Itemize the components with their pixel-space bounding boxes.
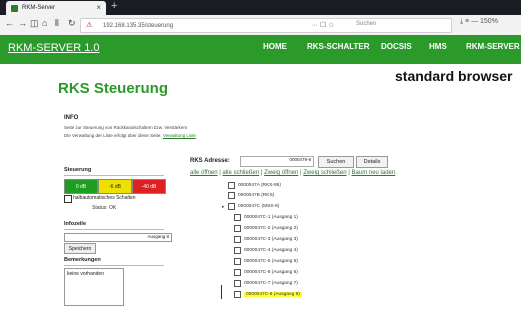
browser-tab[interactable]: RKM-Server × xyxy=(6,1,106,15)
new-tab-icon[interactable]: + xyxy=(111,0,117,12)
nav-rkm-server[interactable]: RKM-SERVER xyxy=(466,42,520,51)
toolbar-right-icons[interactable]: ⤓ ≡ — 150% xyxy=(460,18,498,26)
tree-checkbox[interactable] xyxy=(234,247,241,254)
divider xyxy=(64,265,164,266)
page-title: RKS Steuerung xyxy=(58,80,169,97)
status-text: Status: OK xyxy=(92,205,117,211)
bemerkungen-heading: Bemerkungen xyxy=(64,257,101,263)
reload-tree-link[interactable]: Baum neu laden xyxy=(352,170,396,176)
tree-item-label: 0000047C-6 (Ausgang 6) xyxy=(244,270,298,275)
rks-address-input[interactable]: 0000479-8 xyxy=(240,156,314,167)
search-button[interactable]: Suchen xyxy=(318,156,354,168)
tree-checkbox[interactable] xyxy=(234,258,241,265)
tree-item-label: 0000047B (RKS) xyxy=(238,193,275,198)
tree-checkbox[interactable] xyxy=(228,182,235,189)
tree-checkbox[interactable] xyxy=(234,269,241,276)
tree-checkbox[interactable] xyxy=(228,203,235,210)
rks-address-label: RKS Adresse: xyxy=(190,158,230,164)
close-tab-icon[interactable]: × xyxy=(96,3,101,12)
tree-item[interactable]: 0000047C-3 (Ausgang 3) xyxy=(228,236,298,243)
close-all-link[interactable]: alle schließen xyxy=(223,170,260,176)
tree-checkbox[interactable] xyxy=(228,192,235,199)
tree-item[interactable]: 0000047C-5 (Ausgang 5) xyxy=(228,258,298,265)
address-bar[interactable]: ⚠ 192.168.135.35/steuerung ··· ☐ ☆ Suche… xyxy=(80,18,452,33)
infozeile-heading: Infozeile xyxy=(64,221,87,227)
tree-checkbox[interactable] xyxy=(234,214,241,221)
halbautomatisch-label: halbautomatisches Schalten xyxy=(73,195,136,201)
back-arrow-icon[interactable]: ← xyxy=(5,18,14,28)
bemerkungen-textarea[interactable]: keine vorhanden xyxy=(64,268,124,306)
tree-item-label: 0000047C-8 (Ausgang 8) xyxy=(244,292,302,297)
reload-icon[interactable]: ↻ xyxy=(68,18,76,29)
tree-item-label: 0000047A (RKS-95) xyxy=(238,183,281,188)
tree-item-label: 0000047C-4 (Ausgang 4) xyxy=(244,248,298,253)
tree-checkbox[interactable] xyxy=(234,291,241,298)
infozeile-input[interactable]: Ausgang 8 xyxy=(64,233,172,242)
nav-home[interactable]: HOME xyxy=(263,42,287,51)
tree-connector xyxy=(221,285,222,299)
info-text-link-line: Die Verwaltung der Liste erfolgt über di… xyxy=(64,133,196,138)
tree-item[interactable]: 0000047C-7 (Ausgang 7) xyxy=(228,280,298,287)
info-heading: INFO xyxy=(64,115,79,121)
brand-link[interactable]: RKM-SERVER 1.0 xyxy=(8,42,100,54)
verwaltung-link[interactable]: Verwaltung Liste xyxy=(163,133,196,138)
forward-arrow-icon[interactable]: → xyxy=(18,18,27,28)
site-favicon-icon xyxy=(11,4,18,12)
minus-6db-button[interactable]: -6 dB xyxy=(98,179,132,194)
tree-checkbox[interactable] xyxy=(234,236,241,243)
url-text: 192.168.135.35/steuerung xyxy=(103,22,174,29)
info-text-prefix: Die Verwaltung der Liste erfolgt über di… xyxy=(64,133,163,138)
page-actions-icon[interactable]: ··· ☐ ☆ xyxy=(311,21,334,29)
tree-item-label: 0000047C-5 (Ausgang 5) xyxy=(244,259,298,264)
insecure-lock-icon: ⚠ xyxy=(86,22,93,29)
tree-item[interactable]: 0000047C-1 (Ausgang 1) xyxy=(228,214,298,221)
tree-item[interactable]: 0000047C-4 (Ausgang 4) xyxy=(228,247,298,254)
minus-40db-button[interactable]: -40 dB xyxy=(132,179,166,194)
tree-item-expanded[interactable]: ▸ 0000047C (MSS-8) xyxy=(222,203,279,210)
0db-button[interactable]: 0 dB xyxy=(64,179,98,194)
nav-rks-schalter[interactable]: RKS-SCHALTER xyxy=(307,42,370,51)
save-button[interactable]: Speichern xyxy=(64,243,96,254)
details-button[interactable]: Details xyxy=(356,156,388,168)
tree-item-label: 0000047C-3 (Ausgang 3) xyxy=(244,237,298,242)
divider xyxy=(64,229,164,230)
tree-item-label: 0000047C-7 (Ausgang 7) xyxy=(244,281,298,286)
tree-item-selected[interactable]: 0000047C-8 (Ausgang 8) xyxy=(228,291,302,298)
info-text: Seite zur Steuerung von Rückkanalschalte… xyxy=(64,125,188,130)
tab-title: RKM-Server xyxy=(22,5,56,11)
browser-search-field[interactable]: Suchen xyxy=(356,21,376,27)
sidebar-icon[interactable]: ◫ xyxy=(30,18,39,29)
open-all-link[interactable]: alle öffnen xyxy=(190,170,218,176)
tree-item-label: 0000047C-2 (Ausgang 2) xyxy=(244,226,298,231)
divider xyxy=(64,175,164,176)
tree-item[interactable]: 0000047B (RKS) xyxy=(222,192,274,199)
library-icon[interactable]: ⫴ xyxy=(55,18,59,29)
open-branch-link[interactable]: Zweig öffnen xyxy=(264,170,298,176)
tree-checkbox[interactable] xyxy=(234,225,241,232)
steuerung-heading: Steuerung xyxy=(64,167,92,173)
overlay-caption: standard browser xyxy=(395,68,513,84)
halbautomatisch-checkbox[interactable] xyxy=(64,195,72,203)
tree-item-label: 0000047C-1 (Ausgang 1) xyxy=(244,215,298,220)
close-branch-link[interactable]: Zweig schließen xyxy=(303,170,346,176)
tree-checkbox[interactable] xyxy=(234,280,241,287)
tree-item[interactable]: 0000047C-6 (Ausgang 6) xyxy=(228,269,298,276)
tree-item[interactable]: 0000047C-2 (Ausgang 2) xyxy=(228,225,298,232)
nav-hms[interactable]: HMS xyxy=(429,42,447,51)
tree-item[interactable]: 0000047A (RKS-95) xyxy=(222,182,281,189)
tree-actions: alle öffnen | alle schließen | Zweig öff… xyxy=(190,170,396,176)
nav-docsis[interactable]: DOCSIS xyxy=(381,42,412,51)
home-icon[interactable]: ⌂ xyxy=(42,18,47,28)
tree-item-label: 0000047C (MSS-8) xyxy=(238,204,280,209)
